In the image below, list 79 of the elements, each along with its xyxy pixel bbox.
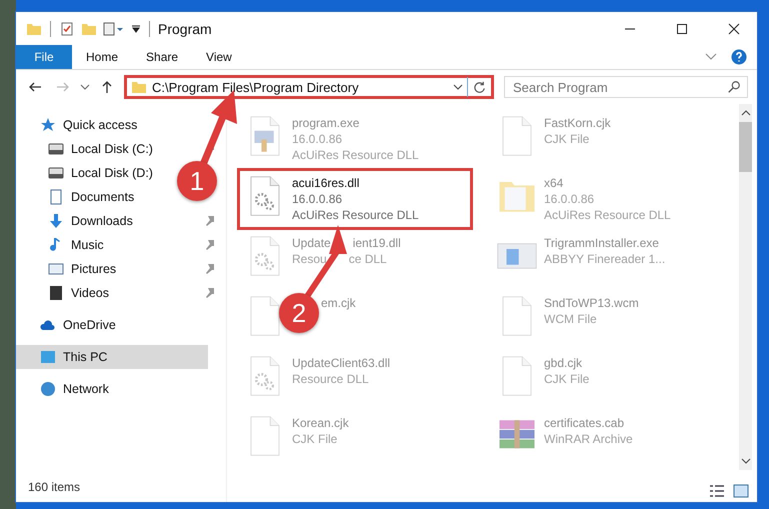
refresh-icon[interactable]: [472, 80, 487, 94]
file-detail: AcUiRes Resource DLL: [544, 207, 671, 223]
file-name: acui16res.dll: [292, 175, 360, 191]
file-name: Korean.cjk: [292, 415, 349, 431]
dropdown-icon[interactable]: [131, 24, 141, 34]
nav-item[interactable]: Downloads: [48, 209, 133, 233]
expand-ribbon-icon[interactable]: [705, 53, 717, 61]
file-name: gbd.cjk: [544, 355, 582, 371]
file-detail: 16.0.0.86: [292, 131, 342, 147]
thumbnail-view-icon[interactable]: [733, 484, 749, 498]
file-name: certificates.cab: [544, 415, 624, 431]
monitor-icon: [40, 349, 56, 365]
file-name: SndToWP13.wcm: [544, 295, 639, 311]
picture-icon: [48, 261, 64, 277]
star-icon: [40, 117, 56, 133]
file-name: Update: [292, 235, 331, 251]
file-detail: 16.0.0.86: [292, 191, 342, 207]
file-name: UpdateClient63.dll: [292, 355, 390, 371]
nav-item[interactable]: Documents: [48, 185, 134, 209]
nav-item[interactable]: This PC: [16, 345, 208, 369]
file-detail: ABBYY Finereader 1...: [544, 251, 666, 267]
file-name: ient19.dll: [352, 235, 401, 251]
pin-icon[interactable]: [204, 288, 214, 298]
file-menu-button[interactable]: File: [16, 45, 72, 69]
nav-item[interactable]: Videos: [48, 281, 109, 305]
file-detail: 16.0.0.86: [544, 191, 594, 207]
file-detail: CJK File: [292, 431, 338, 447]
address-bar[interactable]: C:\Program Files\Program Directory: [124, 75, 494, 99]
file-name: em.cjk: [321, 295, 356, 311]
help-icon[interactable]: [731, 49, 747, 65]
nav-item[interactable]: Local Disk (C:): [48, 137, 153, 161]
pin-icon[interactable]: [204, 264, 214, 274]
file-detail: Resource DLL: [292, 371, 369, 387]
down-arrow-icon: [48, 213, 64, 229]
address-path: C:\Program Files\Program Directory: [152, 80, 360, 94]
file-name: FastKorn.cjk: [544, 115, 611, 131]
nav-item[interactable]: Pictures: [48, 257, 116, 281]
nav-item[interactable]: OneDrive: [16, 313, 226, 337]
dropdown-icon[interactable]: [453, 84, 463, 90]
file-detail: AcUiRes Resource DLL: [292, 207, 419, 223]
nav-item[interactable]: Local Disk (D:): [48, 161, 153, 185]
properties-icon[interactable]: [59, 20, 75, 36]
pin-icon[interactable]: [204, 240, 214, 250]
scroll-thumb[interactable]: [739, 122, 752, 172]
ribbon-tab[interactable]: View: [192, 45, 246, 69]
file-detail: CJK File: [544, 371, 590, 387]
drive-icon: [48, 141, 64, 157]
file-detail: CJK File: [544, 131, 590, 147]
customize-toolbar-icon[interactable]: [103, 20, 125, 36]
file-detail: ce DLL: [348, 251, 387, 267]
search-field[interactable]: Search Program: [504, 76, 748, 98]
pin-icon[interactable]: [204, 216, 214, 226]
file-detail: Resou: [292, 251, 327, 267]
file-item[interactable]: acui16res.dll 16.0.0.86 AcUiRes Resource DLL: [237, 168, 473, 230]
nav-item[interactable]: Music: [48, 233, 104, 257]
ribbon-tab[interactable]: Share: [132, 45, 192, 69]
document-icon: [48, 189, 64, 205]
scrollbar[interactable]: [739, 104, 752, 470]
file-name: program.exe: [292, 115, 360, 131]
window-title: Program: [158, 20, 212, 36]
film-icon: [48, 285, 64, 301]
file-detail: WCM File: [544, 311, 597, 327]
close-icon: [728, 22, 740, 34]
nav-item[interactable]: Network: [16, 377, 226, 401]
file-detail: AcUiRes Resource DLL: [292, 147, 419, 163]
maximize-icon: [676, 22, 688, 34]
ribbon-tab[interactable]: Home: [72, 45, 132, 69]
file-name: x64: [544, 175, 564, 191]
scroll-up-icon[interactable]: [740, 110, 750, 116]
scroll-down-icon[interactable]: [740, 458, 750, 464]
file-name: TrigrammInstaller.exe: [544, 235, 659, 251]
nav-item[interactable]: Quick access: [16, 113, 226, 137]
file-detail: WinRAR Archive: [544, 431, 633, 447]
details-view-icon[interactable]: [709, 484, 725, 498]
drive-icon: [48, 165, 64, 181]
folder-icon: [131, 79, 147, 95]
search-icon: [727, 80, 741, 94]
recent-locations-icon[interactable]: [80, 84, 90, 90]
item-count: 160 items: [27, 480, 82, 496]
